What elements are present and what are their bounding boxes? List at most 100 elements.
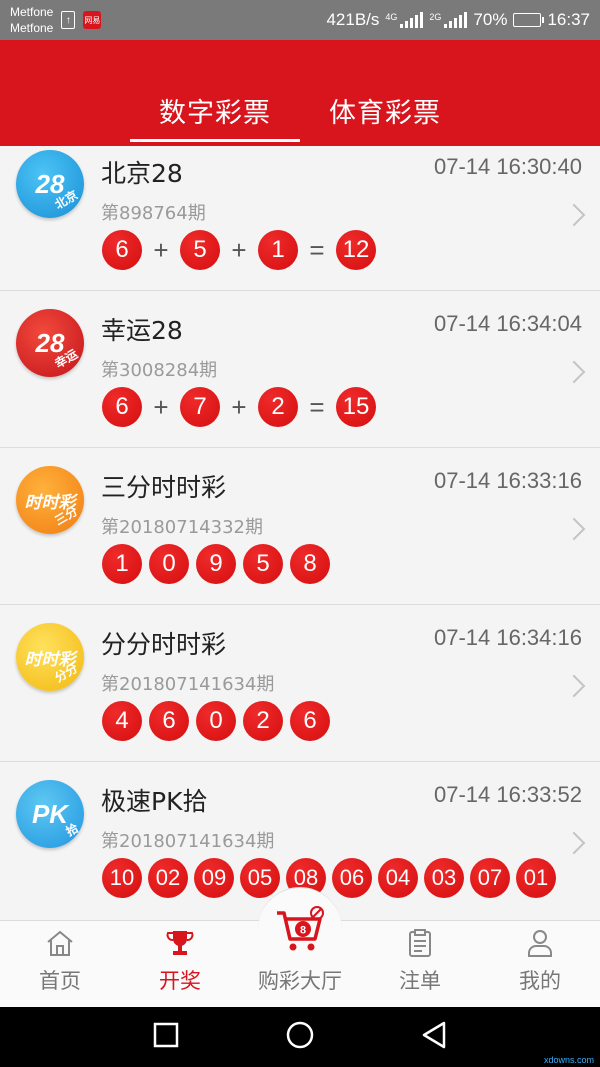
draw-period: 第20180714332期 [101,517,263,538]
signal-4g-icon: 4G [385,12,424,28]
plus-sign: + [231,391,247,422]
lottery-result-list: 28 北京 北京28 07-14 16:30:40 第898764期 6 + 5… [0,146,600,920]
number-ball: 7 [180,387,220,427]
nav-lottery-hall[interactable]: 8 购彩大厅 [240,887,360,1007]
lottery-row-lucky28[interactable]: 28 幸运 幸运28 07-14 16:34:04 第3008284期 6 + … [0,291,600,448]
number-ball: 01 [516,858,556,898]
draw-period: 第201807141634期 [101,674,275,695]
network-speed: 421B/s [326,10,380,29]
plus-sign: + [231,234,247,265]
equals-sign: = [309,391,325,422]
draw-time: 07-14 16:30:40 [433,154,582,179]
lottery-row-3min-ssc[interactable]: 时时彩 三分 三分时时彩 07-14 16:33:16 第20180714332… [0,448,600,605]
number-ball: 0 [149,544,189,584]
1min-ssc-logo-icon: 时时彩 分分 [16,623,84,691]
sum-ball: 12 [336,230,376,270]
pk10-logo-icon: PK 拾 [16,780,84,848]
nav-home[interactable]: 首页 [0,921,120,1007]
number-ball: 4 [102,701,142,741]
carrier-2: Metfone [10,21,54,35]
signal-2g-icon: 2G [429,12,468,28]
number-ball: 07 [470,858,510,898]
battery-percent: 70% [473,10,508,29]
system-nav-bar: xdowns.com [0,1007,600,1067]
lottery-name: 三分时时彩 [101,473,227,502]
draw-period: 第3008284期 [101,360,218,381]
chevron-right-icon [562,674,586,698]
plus-sign: + [153,391,169,422]
upload-icon: ↑ [61,11,76,29]
watermark: xdowns.com [543,1055,594,1065]
number-ball: 04 [378,858,418,898]
number-ball: 9 [196,544,236,584]
number-ball: 1 [258,230,298,270]
draw-numbers: 1 0 9 5 8 [102,544,330,584]
status-bar: Metfone Metfone ↑ 网易 421B/s 4G 2G 70% 16… [0,0,600,40]
tab-digital-lottery[interactable]: 数字彩票 [130,74,300,146]
nav-results-label: 开奖 [159,969,201,993]
draw-period: 第201807141634期 [101,831,275,852]
number-ball: 02 [148,858,188,898]
number-ball: 2 [243,701,283,741]
chevron-right-icon [562,203,586,227]
number-ball: 09 [194,858,234,898]
lottery-name: 分分时时彩 [101,630,227,659]
number-ball: 6 [102,387,142,427]
draw-numbers: 10 02 09 05 08 06 04 03 07 01 [102,858,556,898]
number-ball: 06 [332,858,372,898]
carrier-block: Metfone Metfone ↑ 网易 [10,4,102,36]
draw-period: 第898764期 [101,203,206,224]
lottery-name: 极速PK拾 [101,787,208,816]
lottery-row-1min-ssc[interactable]: 时时彩 分分 分分时时彩 07-14 16:34:16 第20180714163… [0,605,600,762]
3min-ssc-logo-icon: 时时彩 三分 [16,466,84,534]
chevron-right-icon [562,360,586,384]
number-ball: 6 [290,701,330,741]
equals-sign: = [309,234,325,265]
nav-profile[interactable]: 我的 [480,921,600,1007]
carrier-1: Metfone [10,5,54,19]
home-button-icon[interactable] [285,1020,315,1054]
nav-orders-label: 注单 [399,969,441,993]
lottery-type-tabs: 数字彩票 体育彩票 [0,74,600,146]
bottom-nav: 首页 开奖 8 购彩大厅 注单 我的 [0,887,600,1007]
nav-results[interactable]: 开奖 [120,921,240,1007]
lottery-name: 北京28 [101,159,183,188]
draw-time: 07-14 16:34:16 [433,625,582,650]
carrier-names: Metfone Metfone [10,4,53,36]
cart-icon: 8 [258,887,342,971]
draw-numbers: 6 + 5 + 1 = 12 [102,230,376,270]
beijing28-logo-icon: 28 北京 [16,150,84,218]
status-right: 421B/s 4G 2G 70% 16:37 [326,10,590,30]
trophy-icon [164,927,196,959]
nav-orders[interactable]: 注单 [360,921,480,1007]
user-icon [524,927,556,959]
chevron-right-icon [562,517,586,541]
number-ball: 1 [102,544,142,584]
recents-icon[interactable] [153,1022,179,1052]
svg-text:8: 8 [300,924,306,936]
draw-numbers: 4 6 0 2 6 [102,701,330,741]
number-ball: 8 [290,544,330,584]
number-ball: 10 [102,858,142,898]
draw-time: 07-14 16:33:16 [433,468,582,493]
draw-time: 07-14 16:33:52 [433,782,582,807]
tab-sports-lottery[interactable]: 体育彩票 [300,74,470,146]
number-ball: 2 [258,387,298,427]
number-ball: 6 [102,230,142,270]
clock: 16:37 [547,10,590,29]
sum-ball: 15 [336,387,376,427]
number-ball: 05 [240,858,280,898]
chevron-right-icon [562,831,586,855]
lucky28-logo-icon: 28 幸运 [16,309,84,377]
draw-numbers: 6 + 7 + 2 = 15 [102,387,376,427]
clipboard-icon [404,927,436,959]
battery-icon [513,13,545,27]
number-ball: 6 [149,701,189,741]
back-icon[interactable] [421,1021,447,1053]
number-ball: 03 [424,858,464,898]
nav-home-label: 首页 [39,969,81,993]
plus-sign: + [153,234,169,265]
number-ball: 5 [243,544,283,584]
lottery-row-beijing28[interactable]: 28 北京 北京28 07-14 16:30:40 第898764期 6 + 5… [0,146,600,291]
draw-time: 07-14 16:34:04 [433,311,582,336]
